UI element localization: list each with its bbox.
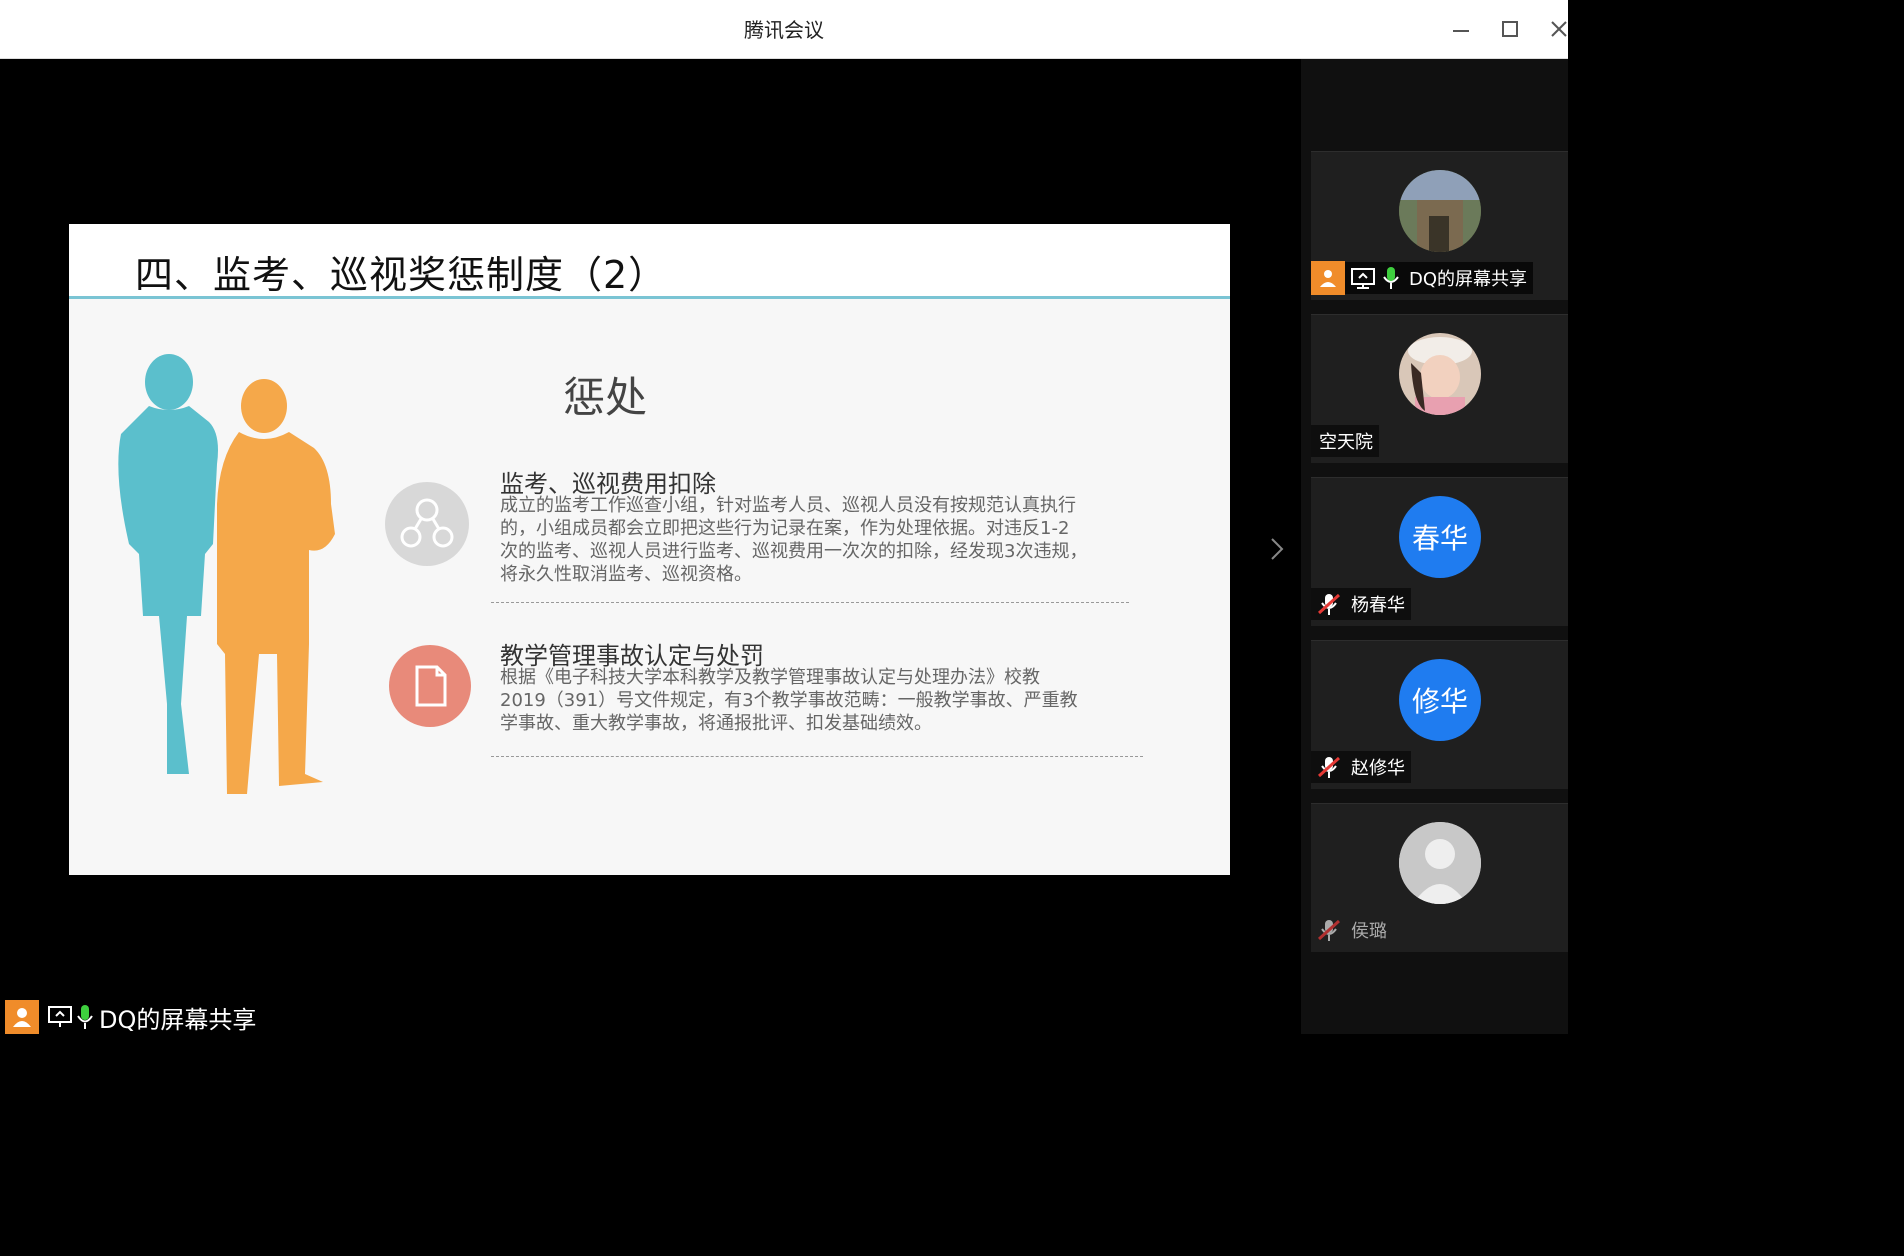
participant-name: 侯璐 [1351, 921, 1387, 942]
presentation-slide: 四、监考、巡视奖惩制度（2） 惩处 监考、巡视费用扣除 成立的监考工作巡查小组，… [69, 224, 1230, 875]
item-1-body: 成立的监考工作巡查小组，针对监考人员、巡视人员没有按规范认真执行 的，小组成员都… [500, 494, 1132, 586]
microphone-on-icon [1383, 267, 1399, 289]
participant-name: 赵修华 [1351, 758, 1405, 779]
participant-namebar: 赵修华 [1311, 751, 1411, 783]
item-1-line: 次的监考、巡视人员进行监考、巡视费用一次次的扣除，经发现3次违规， [500, 541, 1088, 562]
screen-share-icon [1351, 268, 1375, 289]
slide-title: 四、监考、巡视奖惩制度（2） [135, 253, 668, 297]
item-2-line: 2019（391）号文件规定，有3个教学事故范畴：一般教学事故、严重教 [500, 690, 1078, 711]
participant-tile[interactable]: 春华 杨春华 [1311, 477, 1568, 626]
item-2-divider [491, 756, 1143, 757]
participant-name: 杨春华 [1351, 595, 1405, 616]
business-people-illustration [118, 354, 335, 794]
avatar: 修华 [1399, 659, 1481, 741]
participant-namebar: 杨春华 [1311, 588, 1411, 620]
man-silhouette [217, 379, 335, 794]
microphone-muted-icon [1317, 593, 1341, 615]
sidebar-toggle-button[interactable] [1270, 535, 1284, 568]
avatar [1399, 333, 1481, 415]
participant-tile[interactable]: 修华 赵修华 [1311, 640, 1568, 789]
participant-namebar: 空天院 [1311, 425, 1379, 457]
participant-panel: DQ的屏幕共享 空天院 春华 杨春华 修华 赵修华 侯璐 [1301, 59, 1568, 1034]
participant-tile[interactable]: 空天院 [1311, 314, 1568, 463]
share-nodes-icon [385, 482, 469, 566]
participant-name: DQ的屏幕共享 [1409, 269, 1528, 290]
item-1-line: 将永久性取消监考、巡视资格。 [500, 564, 752, 585]
screen-share-indicator[interactable]: DQ的屏幕共享 [5, 1000, 256, 1034]
default-avatar-icon [1399, 822, 1481, 904]
avatar [1399, 170, 1481, 252]
slide-header: 四、监考、巡视奖惩制度（2） [69, 224, 1230, 299]
close-icon [1551, 21, 1567, 37]
item-2-line: 根据《电子科技大学本科教学及教学管理事故认定与处理办法》校教 [500, 667, 1040, 688]
participant-namebar: 侯璐 [1311, 914, 1393, 946]
document-icon [389, 645, 471, 727]
microphone-muted-icon [1317, 919, 1341, 941]
close-button[interactable] [1542, 12, 1576, 46]
participant-namebar: DQ的屏幕共享 [1311, 261, 1534, 295]
avatar: 春华 [1399, 496, 1481, 578]
maximize-button[interactable] [1493, 12, 1527, 46]
share-label: DQ的屏幕共享 [99, 1005, 257, 1034]
woman-silhouette [118, 354, 218, 774]
participant-name: 空天院 [1319, 432, 1373, 453]
item-2-line: 学事故、重大教学事故，将通报批评、扣发基础绩效。 [500, 713, 932, 734]
item-1-line: 的，小组成员都会立即把这些行为记录在案，作为处理依据。对违反1-2 [500, 518, 1070, 539]
chevron-right-icon [1271, 538, 1284, 560]
section-title: 惩处 [563, 373, 648, 422]
item-1-divider [491, 602, 1129, 603]
window-titlebar: 腾讯会议 [0, 0, 1568, 59]
item-2-body: 根据《电子科技大学本科教学及教学管理事故认定与处理办法》校教 2019（391）… [500, 666, 1132, 735]
item-1-line: 成立的监考工作巡查小组，针对监考人员、巡视人员没有按规范认真执行 [500, 495, 1076, 516]
participant-tile[interactable]: 侯璐 [1311, 803, 1568, 952]
minimize-button[interactable] [1444, 12, 1478, 46]
host-icon [5, 1000, 39, 1034]
microphone-on-icon [77, 1005, 93, 1029]
participant-tile[interactable]: DQ的屏幕共享 [1311, 151, 1568, 300]
window-title: 腾讯会议 [744, 18, 824, 42]
minimize-icon [1453, 30, 1469, 32]
screen-share-icon [48, 1006, 72, 1027]
microphone-muted-icon [1317, 756, 1341, 778]
host-icon [1311, 261, 1345, 295]
maximize-icon [1502, 21, 1518, 37]
